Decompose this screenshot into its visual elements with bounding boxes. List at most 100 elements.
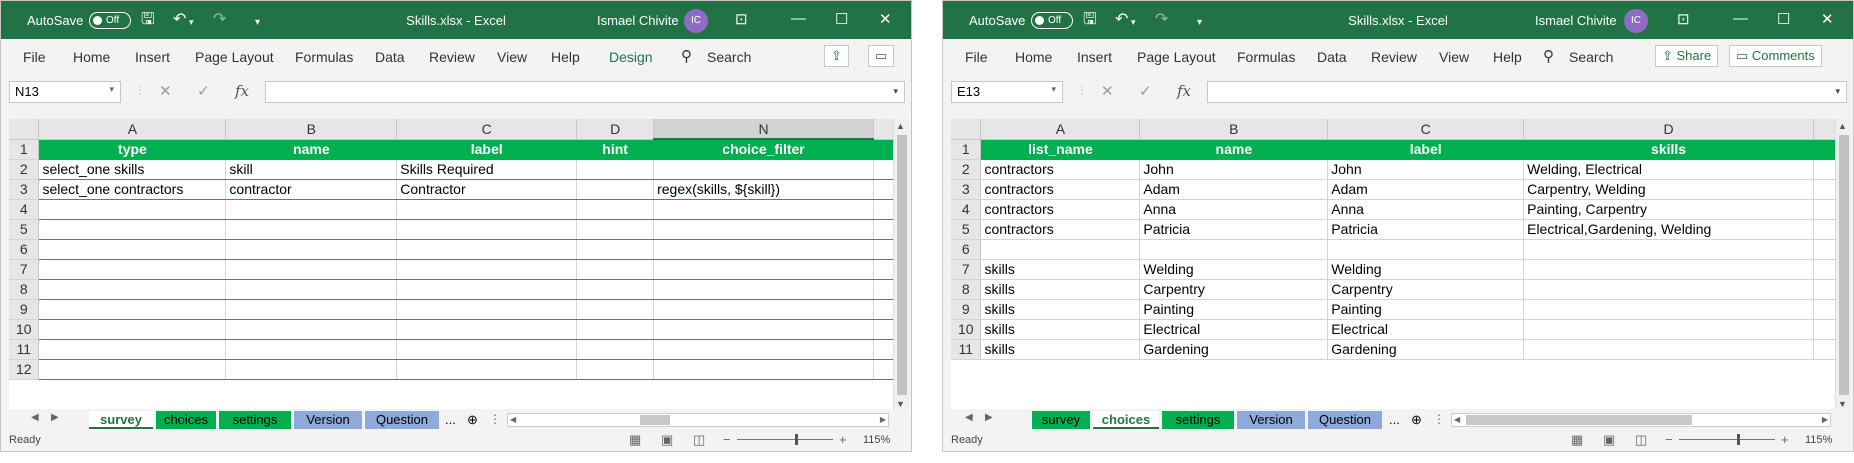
cell[interactable] <box>1139 239 1329 260</box>
tab-page-layout[interactable]: Page Layout <box>1137 49 1216 65</box>
ribbon-display-icon[interactable]: ⊡ <box>735 10 748 28</box>
scroll-up-icon[interactable]: ▲ <box>1838 121 1847 131</box>
cell[interactable] <box>576 239 655 260</box>
cell[interactable]: Anna <box>1139 199 1329 220</box>
prev-sheet-icon[interactable]: ◀ <box>31 412 39 423</box>
normal-view-icon[interactable]: ▦ <box>629 432 641 448</box>
cell[interactable]: label <box>396 139 578 160</box>
page-break-view-icon[interactable]: ◫ <box>1635 432 1647 448</box>
add-sheet-icon[interactable]: ⊕ <box>461 411 484 429</box>
undo-icon[interactable]: ↶ <box>1115 11 1128 29</box>
cell[interactable] <box>1523 259 1814 280</box>
cell[interactable] <box>225 259 398 280</box>
row-header[interactable]: 5 <box>9 219 40 240</box>
tab-page-layout[interactable]: Page Layout <box>195 49 274 65</box>
cell[interactable]: Welding <box>1327 259 1525 280</box>
cell[interactable]: Painting, Carpentry <box>1523 199 1814 220</box>
zoom-slider[interactable] <box>737 439 833 440</box>
cell[interactable] <box>576 259 655 280</box>
undo-icon[interactable]: ↶ <box>173 11 186 29</box>
zoom-slider-thumb[interactable] <box>795 434 798 445</box>
cell[interactable]: Anna <box>1327 199 1525 220</box>
row-header[interactable]: 8 <box>9 279 40 300</box>
row-header[interactable]: 5 <box>951 219 982 240</box>
cell[interactable] <box>1523 299 1814 320</box>
share-icon[interactable]: ⇪ <box>824 45 849 67</box>
cell[interactable]: contractors <box>980 159 1141 180</box>
cell[interactable] <box>653 319 874 340</box>
sheet-tab-choices[interactable]: choices <box>156 411 216 429</box>
cell[interactable] <box>225 279 398 300</box>
cell[interactable]: Painting <box>1327 299 1525 320</box>
cell[interactable] <box>653 199 874 220</box>
cell[interactable] <box>38 339 227 360</box>
scroll-left-icon[interactable]: ◀ <box>1454 415 1460 424</box>
row-header[interactable]: 4 <box>9 199 40 220</box>
column-header[interactable]: D <box>576 119 655 140</box>
comments-button[interactable]: ▭ Comments <box>1729 45 1822 67</box>
cell[interactable] <box>396 279 578 300</box>
cell[interactable]: skills <box>980 279 1141 300</box>
hscroll-thumb[interactable] <box>1466 415 1692 425</box>
cell[interactable]: Patricia <box>1327 219 1525 240</box>
tab-home[interactable]: Home <box>1015 49 1052 65</box>
scroll-thumb[interactable] <box>897 135 907 395</box>
zoom-slider-thumb[interactable] <box>1737 434 1740 445</box>
more-sheets[interactable]: ... <box>1383 411 1406 429</box>
cell[interactable] <box>38 239 227 260</box>
formula-input[interactable]: ▾ <box>265 81 905 103</box>
cell[interactable]: select_one skills <box>38 159 227 180</box>
tab-file[interactable]: File <box>965 49 988 65</box>
cell[interactable] <box>396 219 578 240</box>
cell[interactable] <box>653 279 874 300</box>
cell[interactable]: hint <box>576 139 655 160</box>
tab-splitter-icon[interactable]: ⋮ <box>1433 412 1445 426</box>
enter-icon[interactable]: ✓ <box>1139 82 1152 100</box>
tab-splitter-icon[interactable]: ⋮ <box>489 412 501 426</box>
horizontal-scrollbar[interactable]: ◀ ▶ <box>1451 413 1831 427</box>
sheet-tab-choices[interactable]: choices <box>1093 411 1159 429</box>
cell[interactable]: Welding, Electrical <box>1523 159 1814 180</box>
cell[interactable]: contractors <box>980 179 1141 200</box>
cell[interactable]: label <box>1327 139 1525 160</box>
cell[interactable] <box>225 219 398 240</box>
tab-file[interactable]: File <box>23 49 46 65</box>
cell[interactable]: Gardening <box>1327 339 1525 360</box>
maximize-icon[interactable]: ☐ <box>1777 10 1790 28</box>
cell[interactable]: John <box>1327 159 1525 180</box>
cell[interactable] <box>38 199 227 220</box>
row-header[interactable]: 6 <box>9 239 40 260</box>
column-header[interactable]: A <box>38 119 227 140</box>
more-sheets[interactable]: ... <box>439 411 462 429</box>
search-icon[interactable]: ⚲ <box>1543 47 1554 65</box>
worksheet-grid[interactable]: A B C D N 1 type name label hint choice_… <box>9 119 895 411</box>
insert-function-icon[interactable]: fx <box>1177 82 1191 100</box>
sheet-tab-survey[interactable]: survey <box>1032 411 1090 429</box>
cell[interactable] <box>1523 339 1814 360</box>
cell[interactable] <box>980 239 1141 260</box>
cell[interactable]: skills <box>980 319 1141 340</box>
enter-icon[interactable]: ✓ <box>197 82 210 100</box>
zoom-out-icon[interactable]: − <box>723 432 731 447</box>
vertical-scrollbar[interactable]: ▲ ▼ <box>1835 119 1851 411</box>
tab-insert[interactable]: Insert <box>135 49 170 65</box>
sheet-tab-version[interactable]: Version <box>294 411 362 429</box>
sheet-tab-question[interactable]: Question <box>365 411 439 429</box>
minimize-icon[interactable]: — <box>791 10 806 27</box>
cell[interactable] <box>653 259 874 280</box>
page-break-view-icon[interactable]: ◫ <box>693 432 705 448</box>
normal-view-icon[interactable]: ▦ <box>1571 432 1583 448</box>
prev-sheet-icon[interactable]: ◀ <box>965 412 973 423</box>
search-box[interactable]: Search <box>707 49 751 65</box>
cell[interactable] <box>576 279 655 300</box>
row-header[interactable]: 4 <box>951 199 982 220</box>
cell[interactable] <box>1327 239 1525 260</box>
sheet-tab-version[interactable]: Version <box>1237 411 1305 429</box>
search-icon[interactable]: ⚲ <box>681 47 692 65</box>
name-box[interactable]: N13 ▾ <box>9 81 121 103</box>
share-button[interactable]: ⇪ Share <box>1655 45 1719 67</box>
minimize-icon[interactable]: — <box>1733 10 1748 27</box>
column-header[interactable]: C <box>1327 119 1525 140</box>
cell[interactable]: Carpentry <box>1139 279 1329 300</box>
zoom-out-icon[interactable]: − <box>1665 432 1673 447</box>
